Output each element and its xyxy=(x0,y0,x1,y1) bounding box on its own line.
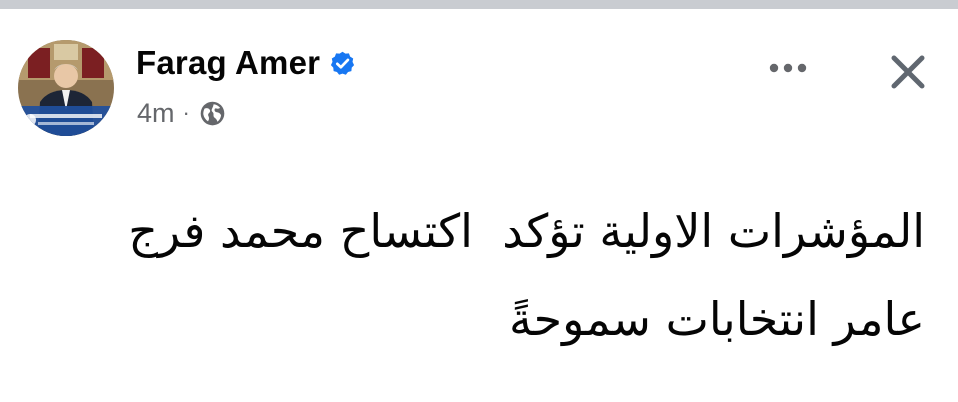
post-text-line-2: عامر انتخابات سموحةً xyxy=(508,292,925,346)
post-body-text: المؤشرات الاولية تؤكد اكتساح محمد فرج عام… xyxy=(30,187,925,363)
profile-photo xyxy=(18,40,114,136)
author-avatar[interactable] xyxy=(18,40,114,136)
globe-icon[interactable] xyxy=(199,100,226,127)
post-timestamp[interactable]: 4m xyxy=(137,98,175,129)
facebook-post-card: Farag Amer 4m · المؤشرات الاولية تؤكد اك… xyxy=(0,9,958,402)
top-divider-strip xyxy=(0,0,958,9)
close-icon xyxy=(891,55,925,89)
author-name[interactable]: Farag Amer xyxy=(136,44,320,82)
more-options-button[interactable] xyxy=(760,46,816,90)
post-meta: 4m · xyxy=(137,97,226,129)
verified-badge-icon xyxy=(329,50,356,77)
more-options-icon xyxy=(769,63,807,73)
author-row: Farag Amer xyxy=(136,41,356,85)
close-button[interactable] xyxy=(880,44,936,100)
post-text-line-1: المؤشرات الاولية تؤكد اكتساح محمد فرج xyxy=(128,204,925,258)
meta-separator: · xyxy=(182,100,190,125)
